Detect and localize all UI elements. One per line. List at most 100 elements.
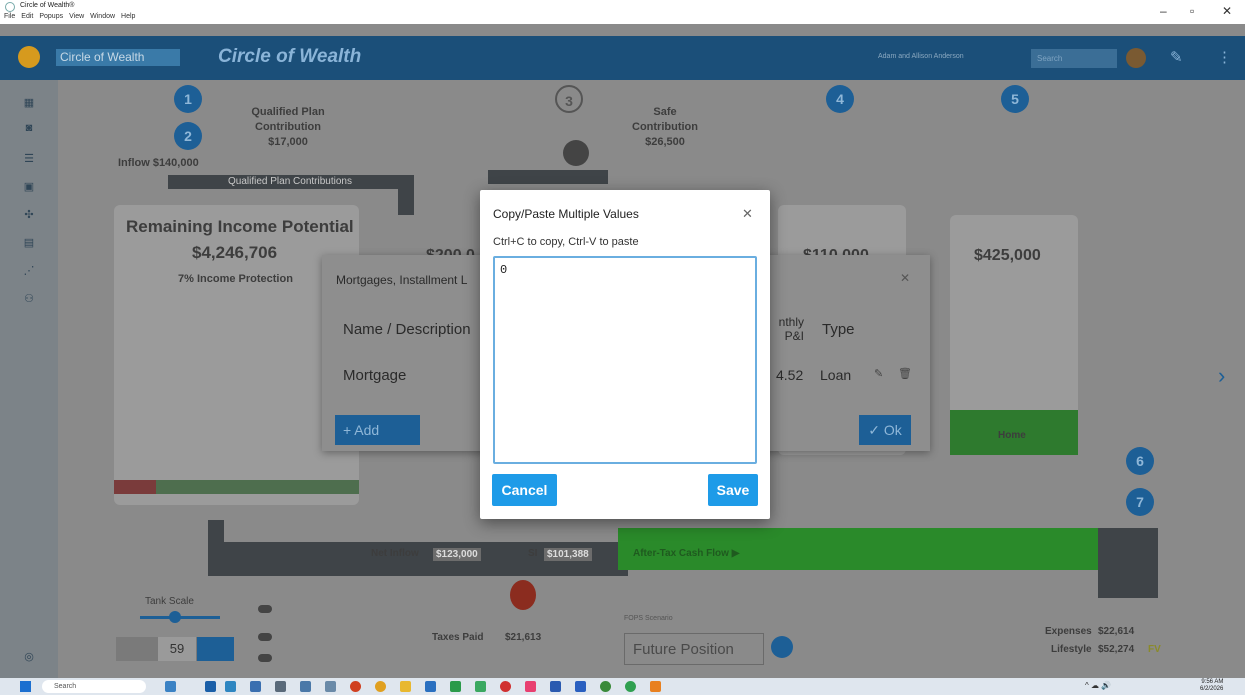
avatar[interactable] — [1126, 48, 1146, 68]
taskbar-app-icon[interactable] — [425, 681, 436, 692]
list-icon[interactable]: ☰ — [21, 152, 37, 166]
chart-icon[interactable]: ⋰ — [21, 264, 37, 278]
taskbar-app-icon[interactable] — [325, 681, 336, 692]
menu-popups[interactable]: Popups — [39, 13, 63, 20]
vault-icon[interactable]: ◙ — [21, 122, 37, 136]
window-title: Circle of Wealth® — [20, 2, 75, 9]
taskbar-app-icon[interactable] — [650, 681, 661, 692]
scenario-select[interactable]: Future Position — [624, 633, 764, 665]
window-titlebar: Circle of Wealth® – ▫ ✕ — [0, 0, 1245, 24]
scenario-label: FOPS Scenario — [624, 615, 673, 622]
more-menu-icon[interactable]: ⋮ — [1217, 48, 1232, 66]
remaining-income-title: Remaining Income Potential — [126, 217, 354, 236]
si-label: SI — [528, 548, 538, 559]
home-button[interactable] — [18, 46, 40, 68]
tank-scale-slider-thumb[interactable] — [169, 611, 181, 623]
taskbar-app-icon[interactable] — [300, 681, 311, 692]
values-textarea[interactable]: 0 — [493, 256, 757, 464]
si-amount: $101,388 — [544, 548, 592, 561]
row-name[interactable]: Mortgage — [343, 367, 406, 384]
after-tax-label: After-Tax Cash Flow ▶ — [633, 548, 740, 559]
tax-valve-icon[interactable] — [510, 580, 536, 610]
os-taskbar: Search ^ ☁ 🔊 9:56 AM 6/2/2026 — [0, 678, 1245, 695]
tank-5-amount: $425,000 — [974, 247, 1041, 264]
taskbar-app-icon[interactable] — [550, 681, 561, 692]
step-7-button[interactable]: 7 — [1126, 488, 1154, 516]
network-icon[interactable]: ✣ — [21, 208, 37, 222]
cancel-button[interactable]: Cancel — [492, 474, 557, 506]
edit-icon[interactable]: ✎ — [1170, 48, 1183, 66]
expenses-amount: $22,614 — [1098, 626, 1135, 637]
toggle-1[interactable] — [258, 605, 272, 613]
menu-view[interactable]: View — [69, 13, 84, 20]
start-button-icon[interactable] — [20, 681, 31, 692]
camera-icon[interactable]: ◎ — [21, 650, 37, 664]
step-5-button[interactable]: 5 — [1001, 85, 1029, 113]
home-label: Home — [998, 430, 1026, 441]
people-icon[interactable]: ⚇ — [21, 292, 37, 306]
lifestyle-fv: FV — [1148, 644, 1161, 655]
tank-fill-red — [114, 480, 156, 494]
lifestyle-label: Lifestyle — [1051, 644, 1092, 655]
menu-help[interactable]: Help — [121, 13, 135, 20]
row-payment: 4.52 — [776, 367, 804, 383]
taskbar-app-icon[interactable] — [225, 681, 236, 692]
dashboard-icon[interactable]: ▦ — [21, 96, 37, 110]
step-1-button[interactable]: 1 — [174, 85, 202, 113]
taskbar-app-icon[interactable] — [625, 681, 636, 692]
taskbar-app-icon[interactable] — [600, 681, 611, 692]
presentation-icon[interactable]: ▣ — [21, 180, 37, 194]
system-tray-icons[interactable]: ^ ☁ 🔊 — [1085, 681, 1111, 690]
scenario-up-button[interactable] — [771, 636, 793, 658]
taskbar-app-icon[interactable] — [575, 681, 586, 692]
pipe-label: Qualified Plan Contributions — [228, 176, 352, 187]
app-title: Circle of Wealth — [218, 46, 362, 67]
taxes-paid-amount: $21,613 — [505, 632, 542, 643]
taskbar-app-icon[interactable] — [275, 681, 286, 692]
menu-edit[interactable]: Edit — [21, 13, 33, 20]
toggle-3[interactable] — [258, 654, 272, 662]
menu-window[interactable]: Window — [90, 13, 115, 20]
taskbar-app-icon[interactable] — [475, 681, 486, 692]
inflow-label: Inflow $140,000 — [118, 157, 199, 169]
brand-logo: Circle of Wealth — [56, 49, 180, 66]
stepper-next-button[interactable] — [197, 637, 234, 661]
maximize-button[interactable]: ▫ — [1190, 4, 1194, 18]
toggle-2[interactable] — [258, 633, 272, 641]
expenses-label: Expenses — [1045, 626, 1092, 637]
row-delete-icon[interactable]: 🗑 — [898, 367, 912, 380]
col-type-header: Type — [822, 321, 855, 338]
row-edit-icon[interactable]: ✎ — [874, 367, 883, 380]
ok-button[interactable]: ✓ Ok — [859, 415, 911, 445]
taskbar-search-input[interactable]: Search — [42, 680, 146, 693]
liabilities-close-icon[interactable]: ✕ — [900, 271, 910, 285]
sidebar: ▦ ◙ ☰ ▣ ✣ ▤ ⋰ ⚇ ◎ — [0, 80, 58, 678]
stepper-value[interactable]: 59 — [158, 637, 196, 661]
minimize-button[interactable]: – — [1160, 4, 1167, 18]
taskbar-app-icon[interactable] — [525, 681, 536, 692]
next-arrow-icon[interactable]: › — [1218, 363, 1225, 389]
taskbar-app-icon[interactable] — [500, 681, 511, 692]
copy-paste-hint: Ctrl+C to copy, Ctrl-V to paste — [493, 236, 639, 248]
taskbar-app-icon[interactable] — [350, 681, 361, 692]
search-input[interactable]: Search — [1031, 49, 1117, 68]
step-6-button[interactable]: 6 — [1126, 447, 1154, 475]
menu-file[interactable]: File — [4, 13, 15, 20]
taskbar-app-icon[interactable] — [250, 681, 261, 692]
close-window-button[interactable]: ✕ — [1222, 4, 1232, 18]
close-icon[interactable]: ✕ — [742, 206, 753, 222]
pipe-elbow — [398, 175, 414, 215]
book-icon[interactable]: ▤ — [21, 236, 37, 250]
step-3-button[interactable]: 3 — [555, 85, 583, 113]
taskbar-app-icon[interactable] — [450, 681, 461, 692]
step-2-button[interactable]: 2 — [174, 122, 202, 150]
save-button[interactable]: Save — [708, 474, 758, 506]
taskbar-app-icon[interactable] — [400, 681, 411, 692]
taskbar-app-icon[interactable] — [205, 681, 216, 692]
pressure-gauge-icon — [563, 140, 589, 166]
taskbar-app-icon[interactable] — [165, 681, 176, 692]
clock[interactable]: 9:56 AM 6/2/2026 — [1200, 679, 1223, 693]
taskbar-app-icon[interactable] — [375, 681, 386, 692]
add-button[interactable]: + Add — [335, 415, 420, 445]
step-4-button[interactable]: 4 — [826, 85, 854, 113]
